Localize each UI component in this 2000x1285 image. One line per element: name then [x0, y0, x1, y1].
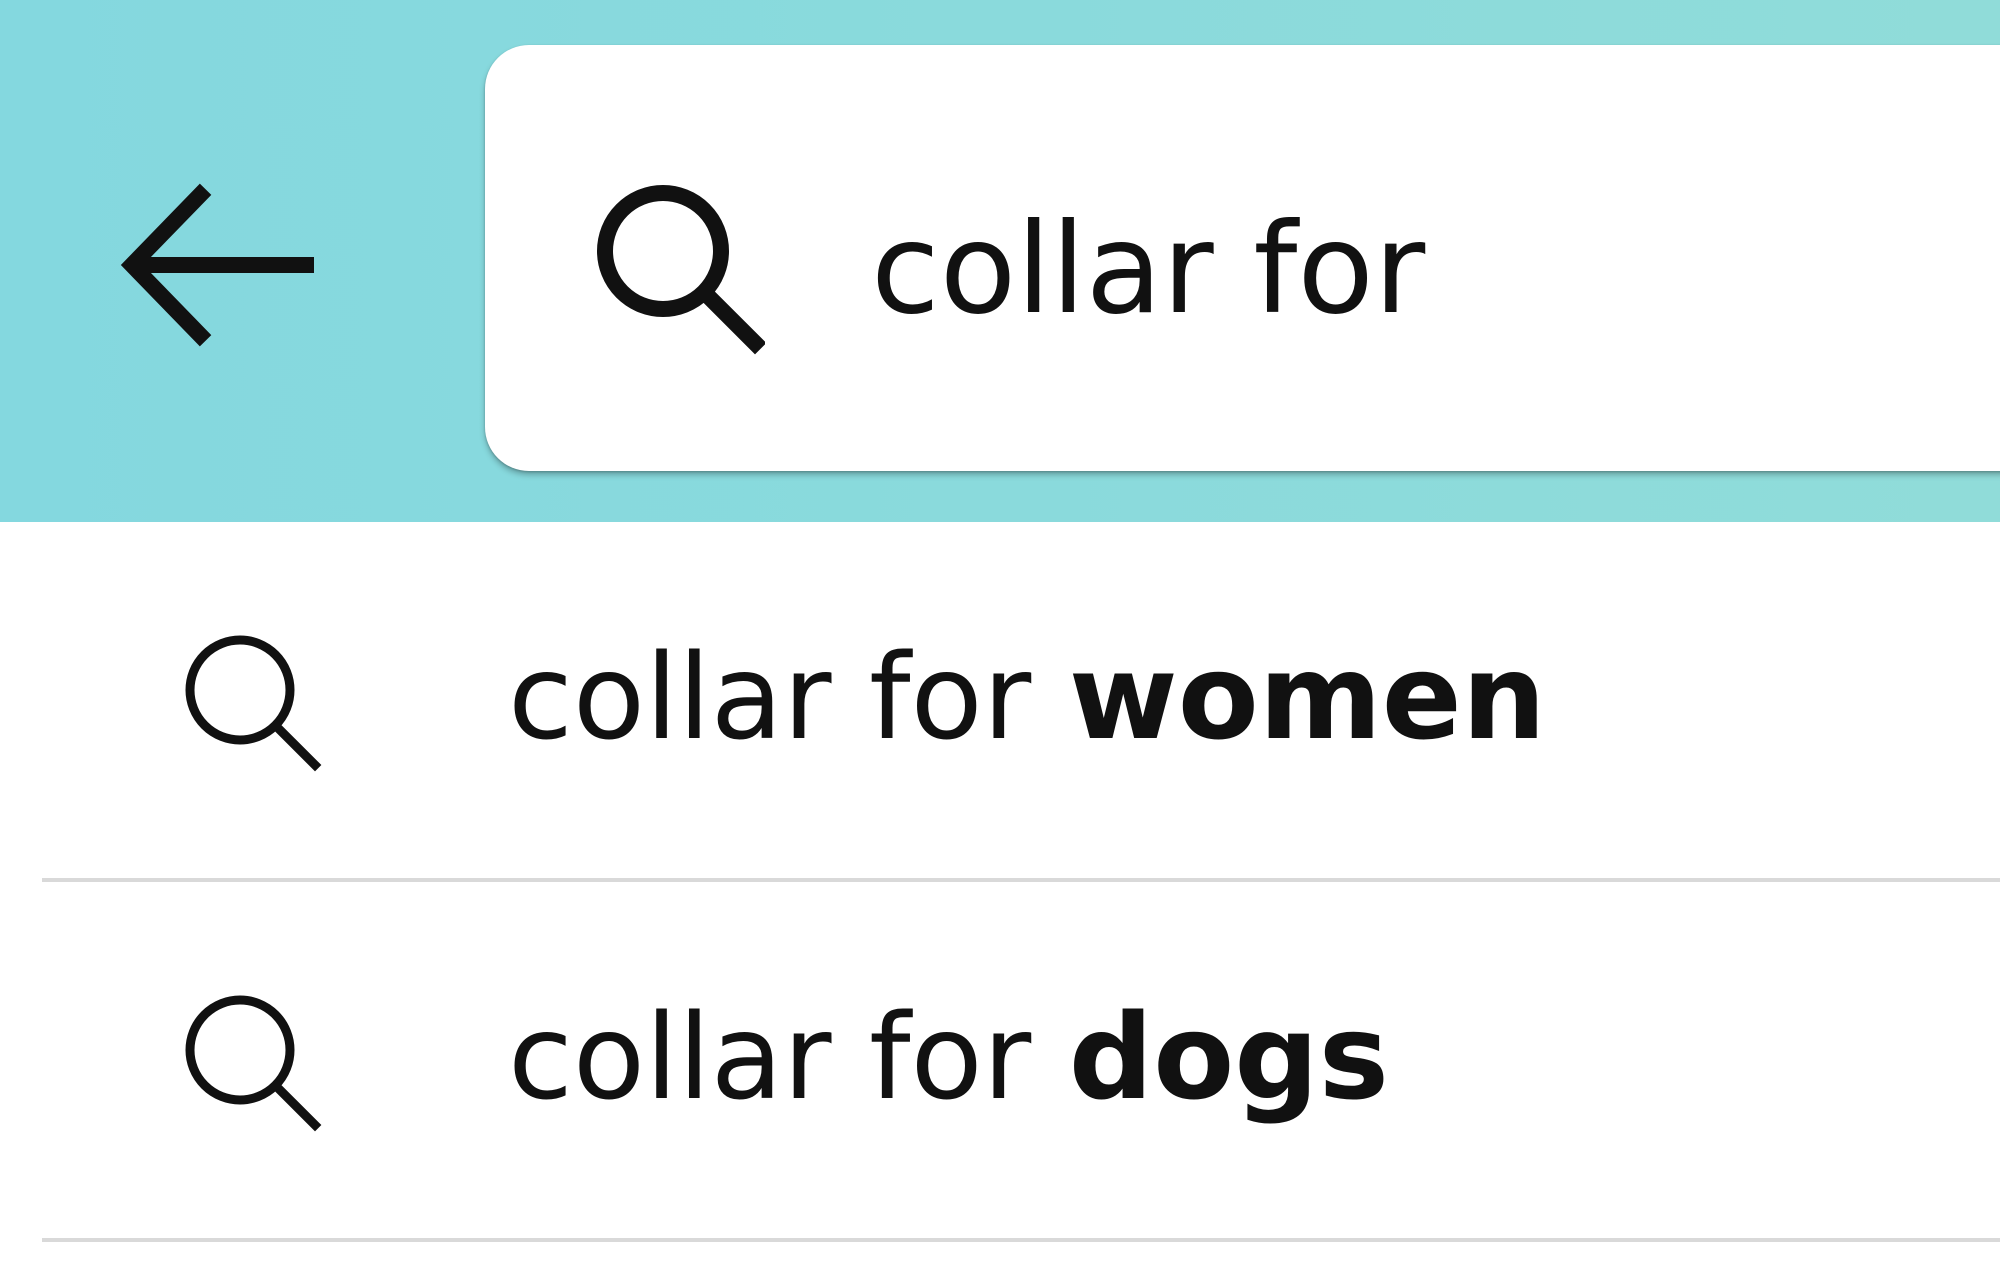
arrow-left-icon	[120, 183, 314, 347]
search-box[interactable]	[485, 45, 2000, 471]
suggestion-completion: women	[1068, 628, 1546, 766]
search-icon	[597, 185, 765, 355]
suggestion-prefix: collar for	[508, 628, 1032, 766]
suggestion-completion: dogs	[1068, 988, 1389, 1126]
suggestion-item[interactable]: collar for dogs	[0, 882, 2000, 1242]
suggestion-list: collar for women collar for dogs	[0, 522, 2000, 1242]
suggestion-item[interactable]: collar for women	[0, 522, 2000, 882]
search-input[interactable]	[871, 185, 1971, 355]
suggestion-prefix: collar for	[508, 988, 1032, 1126]
search-header	[0, 0, 2000, 522]
suggestion-label: collar for dogs	[508, 972, 1389, 1142]
back-button[interactable]	[110, 170, 340, 360]
app-screen: collar for women collar for dogs	[0, 0, 2000, 1285]
search-icon	[185, 995, 322, 1132]
suggestion-label: collar for women	[508, 612, 1546, 782]
search-icon	[185, 635, 322, 772]
divider	[42, 1238, 2000, 1242]
